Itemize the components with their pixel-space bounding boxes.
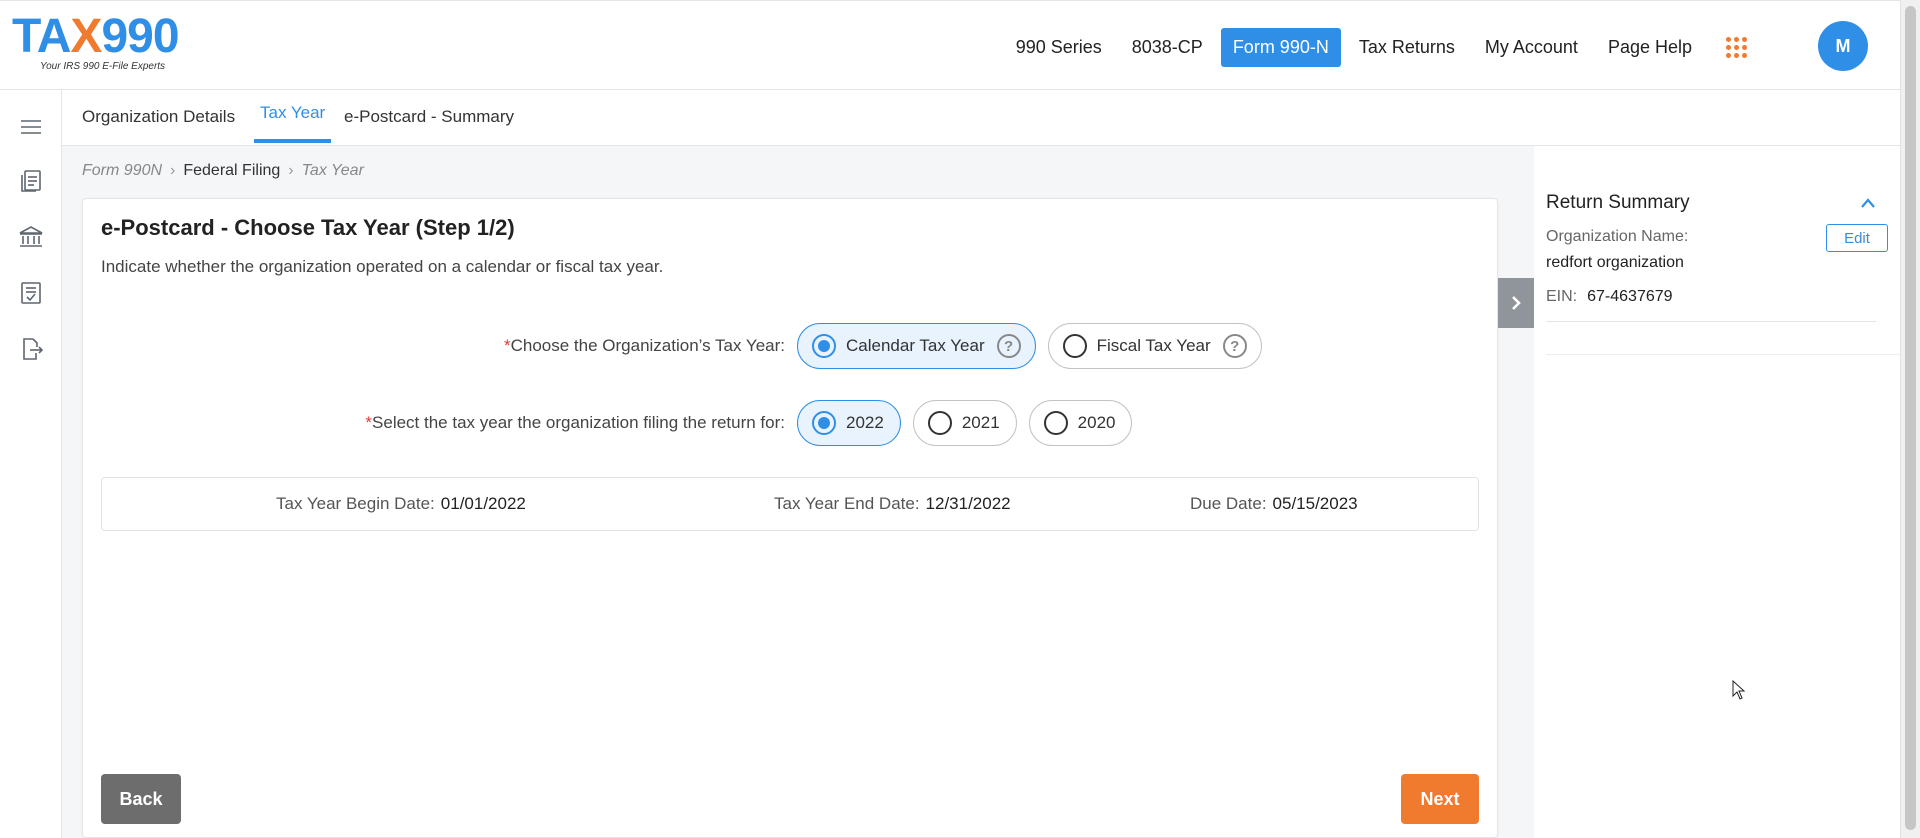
card-title: e-Postcard - Choose Tax Year (Step 1/2) xyxy=(101,215,515,240)
step-tabs: Organization Details Tax Year e-Postcard… xyxy=(62,90,1900,146)
tax990-logo[interactable]: TAX990 Your IRS 990 E-File Experts xyxy=(12,11,202,81)
checklist-icon[interactable] xyxy=(18,280,44,306)
fiscal-tax-year-option[interactable]: Fiscal Tax Year ? xyxy=(1047,323,1262,369)
radio-selected-icon xyxy=(812,334,836,358)
divider xyxy=(1546,321,1876,322)
breadcrumb-separator-icon: › xyxy=(170,162,176,179)
ein-row: EIN: 67-4637679 xyxy=(1546,288,1673,305)
breadcrumb-tax-year: Tax Year xyxy=(301,162,364,179)
chevron-up-icon[interactable] xyxy=(1860,196,1876,210)
year-2020-option[interactable]: 2020 xyxy=(1028,400,1133,446)
tab-organization-details[interactable]: Organization Details xyxy=(76,90,241,144)
logo-wordmark: TAX990 xyxy=(12,10,180,63)
org-name-value: redfort organization xyxy=(1546,254,1684,271)
menu-icon[interactable] xyxy=(18,114,44,140)
year-2022-option[interactable]: 2022 xyxy=(797,400,901,446)
year-2020-label: 2020 xyxy=(1077,413,1116,432)
year-2021-label: 2021 xyxy=(961,413,1000,432)
nav-990-series[interactable]: 990 Series xyxy=(1004,28,1114,67)
edit-button[interactable]: Edit xyxy=(1826,224,1888,252)
bank-icon[interactable] xyxy=(18,224,44,250)
breadcrumb-separator-icon: › xyxy=(288,162,294,179)
org-name-label: Organization Name: xyxy=(1546,228,1689,245)
end-date: Tax Year End Date: 12/31/2022 xyxy=(774,494,1011,513)
left-sidebar xyxy=(0,90,62,838)
breadcrumb-form-990n[interactable]: Form 990N xyxy=(82,162,162,180)
tax-year-type-label: *Choose the Organization’s Tax Year: xyxy=(503,336,785,355)
breadcrumb-federal-filing[interactable]: Federal Filing xyxy=(183,162,280,180)
return-summary-panel: Return Summary Organization Name: Edit r… xyxy=(1534,146,1900,838)
tax-dates-box: Tax Year Begin Date: 01/01/2022 Tax Year … xyxy=(101,477,1479,531)
nav-8038-cp[interactable]: 8038-CP xyxy=(1120,28,1215,67)
return-summary-title: Return Summary xyxy=(1546,192,1690,213)
year-2021-option[interactable]: 2021 xyxy=(912,400,1017,446)
filing-year-question: *Select the tax year the organization fi… xyxy=(83,400,1499,446)
calendar-tax-year-label: Calendar Tax Year xyxy=(846,336,985,355)
radio-unselected-icon xyxy=(1062,334,1087,358)
file-export-icon[interactable] xyxy=(18,336,44,362)
tax-year-type-question: *Choose the Organization’s Tax Year: Cal… xyxy=(83,323,1499,369)
top-navigation: 990 Series 8038-CP Form 990-N Tax Return… xyxy=(998,28,1840,67)
mouse-cursor-icon xyxy=(1732,680,1746,700)
card-description: Indicate whether the organization operat… xyxy=(101,257,664,276)
back-button[interactable]: Back xyxy=(101,774,181,824)
nav-tax-returns[interactable]: Tax Returns xyxy=(1347,28,1467,67)
nav-form-990n[interactable]: Form 990-N xyxy=(1220,28,1341,67)
documents-icon[interactable] xyxy=(18,168,44,194)
apps-grid-icon[interactable] xyxy=(1726,36,1748,59)
chevron-right-icon xyxy=(1512,296,1521,310)
radio-unselected-icon xyxy=(1043,411,1068,435)
user-avatar[interactable]: M xyxy=(1818,21,1868,71)
nav-page-help[interactable]: Page Help xyxy=(1596,28,1704,67)
year-2022-label: 2022 xyxy=(846,413,884,432)
tax-year-card: e-Postcard - Choose Tax Year (Step 1/2) … xyxy=(82,198,1498,838)
help-icon[interactable]: ? xyxy=(1222,334,1247,358)
breadcrumb: Form 990N › Federal Filing › Tax Year xyxy=(82,162,364,180)
due-date: Due Date: 05/15/2023 xyxy=(1190,494,1358,513)
fiscal-tax-year-label: Fiscal Tax Year xyxy=(1096,336,1211,355)
summary-toggle-button[interactable] xyxy=(1498,278,1534,328)
filing-year-label: *Select the tax year the organization fi… xyxy=(365,413,785,432)
tab-epostcard-summary[interactable]: e-Postcard - Summary xyxy=(338,90,520,144)
divider xyxy=(1546,354,1900,355)
next-button[interactable]: Next xyxy=(1401,774,1479,824)
scrollbar-thumb[interactable] xyxy=(1905,6,1916,830)
calendar-tax-year-option[interactable]: Calendar Tax Year ? xyxy=(797,323,1036,369)
radio-selected-icon xyxy=(812,411,836,435)
tab-tax-year[interactable]: Tax Year xyxy=(254,87,332,143)
radio-unselected-icon xyxy=(927,411,952,435)
page-scrollbar[interactable] xyxy=(1900,0,1920,838)
nav-my-account[interactable]: My Account xyxy=(1473,28,1590,67)
begin-date: Tax Year Begin Date: 01/01/2022 xyxy=(276,494,526,513)
help-icon[interactable]: ? xyxy=(996,334,1021,358)
top-header: TAX990 Your IRS 990 E-File Experts 990 S… xyxy=(0,0,1900,90)
